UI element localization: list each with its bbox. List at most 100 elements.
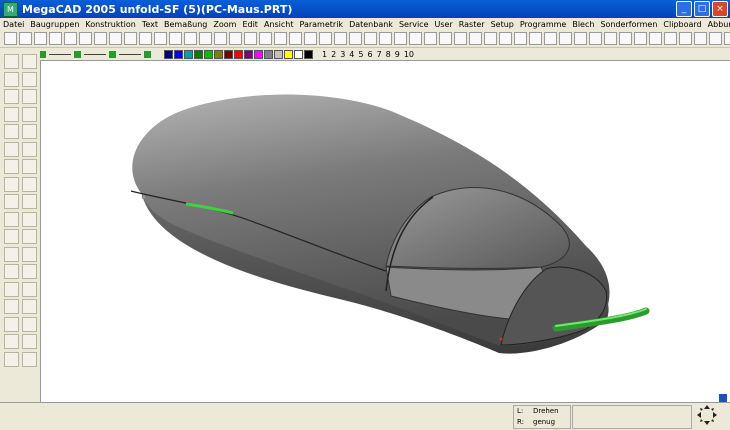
delete-tool-icon[interactable] <box>22 211 37 227</box>
menu-text[interactable]: Text <box>139 20 161 29</box>
line-width-selector[interactable] <box>49 53 71 55</box>
shell-icon[interactable] <box>529 32 542 45</box>
revolve-icon[interactable] <box>439 32 452 45</box>
view-top-icon[interactable] <box>634 32 647 45</box>
scale-2d-tool-icon[interactable] <box>4 194 19 209</box>
color-swatch[interactable] <box>274 49 283 59</box>
line-tool-icon[interactable] <box>4 54 19 69</box>
layer-number-button[interactable]: 5 <box>358 50 363 59</box>
trim-tool-icon[interactable] <box>4 124 19 139</box>
fillet-icon[interactable] <box>499 32 512 45</box>
zoom-in-icon[interactable] <box>139 32 152 45</box>
zoom-out-icon[interactable] <box>154 32 167 45</box>
menu-bemassung[interactable]: Bemaßung <box>161 20 210 29</box>
ortho-tool-icon[interactable] <box>22 246 37 262</box>
color-swatch[interactable] <box>304 49 313 59</box>
mirror-icon[interactable] <box>274 32 287 45</box>
close-button[interactable]: × <box>712 1 728 17</box>
chamfer-2d-tool-icon[interactable] <box>4 159 19 174</box>
layer-number-button[interactable]: 3 <box>340 50 345 59</box>
spline-tool-icon[interactable] <box>4 106 19 122</box>
layer-icon[interactable] <box>199 32 212 45</box>
material-icon[interactable] <box>694 32 707 45</box>
wireframe-icon[interactable] <box>589 32 602 45</box>
move-2d-tool-icon[interactable] <box>22 194 37 209</box>
paste-icon[interactable] <box>94 32 107 45</box>
layer-number-button[interactable]: 2 <box>331 50 336 59</box>
fillet-2d-tool-icon[interactable] <box>22 141 37 157</box>
hatch-selector[interactable] <box>84 53 106 55</box>
extend-tool-icon[interactable] <box>22 124 37 139</box>
ellipse-tool-icon[interactable] <box>22 89 37 104</box>
section-icon[interactable] <box>544 32 557 45</box>
color-swatch[interactable] <box>284 49 293 59</box>
color-swatch[interactable] <box>184 49 193 59</box>
shade-icon[interactable] <box>574 32 587 45</box>
text-icon[interactable] <box>319 32 332 45</box>
menu-programme[interactable]: Programme <box>517 20 569 29</box>
dimension-icon[interactable] <box>334 32 347 45</box>
chamfer-icon[interactable] <box>514 32 527 45</box>
grid-tool-icon[interactable] <box>4 246 19 262</box>
hidden-line-icon[interactable] <box>604 32 617 45</box>
menu-clipboard[interactable]: Clipboard <box>660 20 704 29</box>
menu-edit[interactable]: Edit <box>239 20 261 29</box>
view-front-icon[interactable] <box>619 32 632 45</box>
color-swatch[interactable] <box>214 49 223 59</box>
point-tool-icon[interactable] <box>22 106 37 122</box>
open-file-icon[interactable] <box>19 32 32 45</box>
menu-user[interactable]: User <box>432 20 456 29</box>
layer-2-icon[interactable] <box>74 50 81 58</box>
extrude-icon[interactable] <box>424 32 437 45</box>
menu-raster[interactable]: Raster <box>456 20 488 29</box>
color-swatch[interactable] <box>164 49 173 59</box>
scale-icon[interactable] <box>289 32 302 45</box>
hatch-icon[interactable] <box>349 32 362 45</box>
polyline-tool-icon[interactable] <box>22 54 37 69</box>
layer-number-button[interactable]: 8 <box>386 50 391 59</box>
leader-tool-icon[interactable] <box>22 316 37 332</box>
menu-datenbank[interactable]: Datenbank <box>346 20 396 29</box>
pen-icon[interactable] <box>214 32 227 45</box>
subtract-icon[interactable] <box>469 32 482 45</box>
layer-number-button[interactable]: 1 <box>322 50 327 59</box>
view-corner-button[interactable] <box>719 394 727 402</box>
redo-2d-tool-icon[interactable] <box>22 334 37 349</box>
rotate-2d-tool-icon[interactable] <box>22 176 37 192</box>
erase-icon[interactable] <box>229 32 242 45</box>
color-swatch[interactable] <box>264 49 273 59</box>
color-swatch[interactable] <box>294 49 303 59</box>
menu-ansicht[interactable]: Ansicht <box>261 20 297 29</box>
rectangle-tool-icon[interactable] <box>4 71 19 87</box>
layer-number-button[interactable]: 6 <box>367 50 372 59</box>
solid-cylinder-icon[interactable] <box>379 32 392 45</box>
offset-tool-icon[interactable] <box>4 141 19 157</box>
color-swatch[interactable] <box>234 49 243 59</box>
pan-arrows-icon[interactable] <box>696 404 718 426</box>
arc-tool-icon[interactable] <box>4 89 19 104</box>
pen-icon[interactable] <box>39 50 46 58</box>
copy-icon[interactable] <box>79 32 92 45</box>
print-icon[interactable] <box>49 32 62 45</box>
group-selector[interactable] <box>119 53 141 55</box>
menu-zoom[interactable]: Zoom <box>210 20 239 29</box>
text-2d-tool-icon[interactable] <box>4 316 19 332</box>
solid-box-icon[interactable] <box>364 32 377 45</box>
layer-2d-tool-icon[interactable] <box>4 264 19 279</box>
attribute-tool-icon[interactable] <box>4 281 19 297</box>
layer-number-button[interactable]: 4 <box>349 50 354 59</box>
zoom-2d-tool-icon[interactable] <box>4 351 19 367</box>
settings-icon[interactable] <box>724 32 730 45</box>
redraw-icon[interactable] <box>184 32 197 45</box>
light-icon[interactable] <box>679 32 692 45</box>
menu-datei[interactable]: Datei <box>0 20 27 29</box>
minimize-button[interactable]: _ <box>676 1 692 17</box>
new-file-icon[interactable] <box>4 32 17 45</box>
layer-number-button[interactable]: 7 <box>377 50 382 59</box>
color-swatch[interactable] <box>194 49 203 59</box>
color-swatch[interactable] <box>174 49 183 59</box>
undo-icon[interactable] <box>109 32 122 45</box>
menu-abbund[interactable]: Abbund <box>705 20 730 29</box>
redo-icon[interactable] <box>124 32 137 45</box>
layer-number-button[interactable]: 9 <box>395 50 400 59</box>
